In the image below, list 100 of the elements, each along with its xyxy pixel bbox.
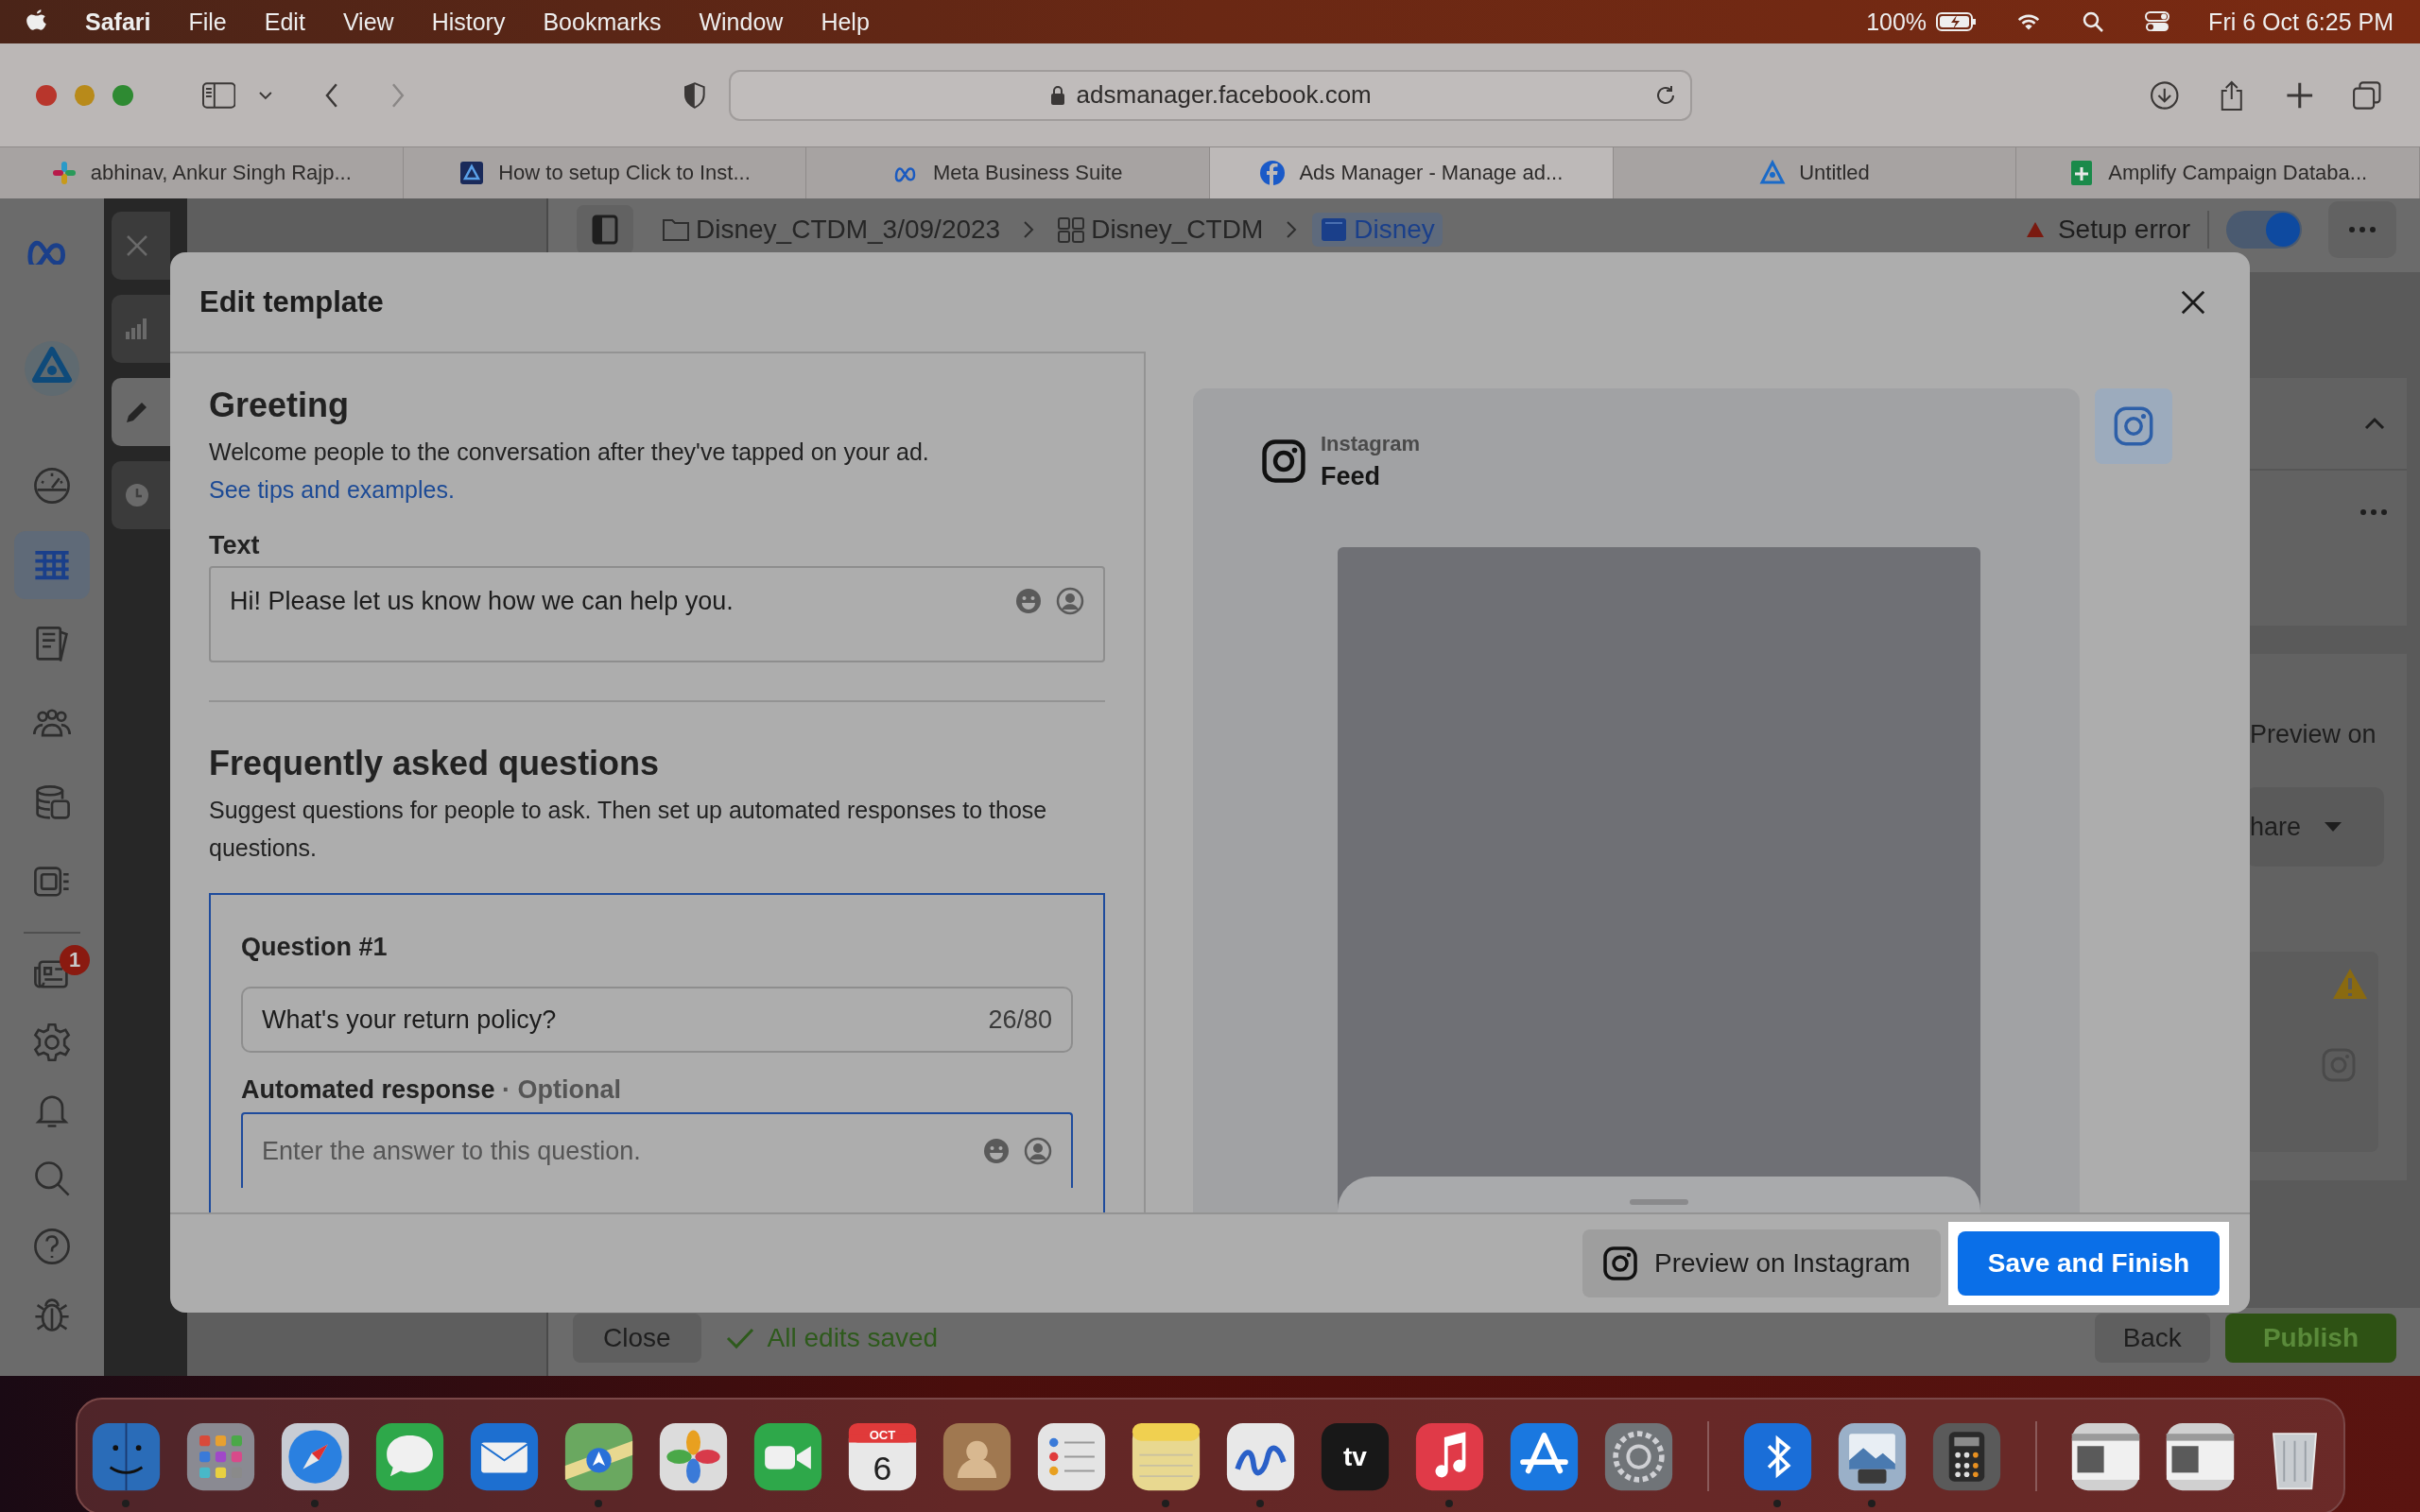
status-text: Setup error xyxy=(2057,215,2190,245)
battery-icon[interactable] xyxy=(1936,11,1979,32)
control-center-icon[interactable] xyxy=(2144,10,2171,33)
menu-item[interactable]: Edit xyxy=(264,8,305,36)
save-and-finish-button[interactable]: Save and Finish xyxy=(1957,1231,2220,1296)
platform-name: Instagram xyxy=(1321,431,1421,456)
camera-icon xyxy=(1262,439,1305,483)
chevron-right-icon xyxy=(1286,220,1298,239)
ad-icon xyxy=(1320,216,1349,243)
gauge-icon xyxy=(31,465,73,507)
window-thumbnail-icon[interactable] xyxy=(2069,1420,2141,1492)
back-icon[interactable] xyxy=(324,81,339,109)
caret-icon xyxy=(2324,821,2343,833)
tips-link[interactable]: See tips and examples. xyxy=(209,476,455,503)
emoji-icon[interactable] xyxy=(982,1137,1011,1165)
question-field[interactable]: What's your return policy? 26/80 xyxy=(241,987,1073,1053)
envelope-icon[interactable] xyxy=(468,1420,540,1492)
f-circle-icon xyxy=(1259,160,1287,186)
question-label: Question #1 xyxy=(241,933,389,962)
toggle-switch[interactable] xyxy=(2226,211,2302,249)
menu-clock[interactable]: Fri 6 Oct 6:25 PM xyxy=(2208,8,2394,36)
person-icon[interactable] xyxy=(1024,1137,1052,1165)
response-label: Automated response · Optional xyxy=(241,1075,623,1105)
close-icon[interactable] xyxy=(2180,288,2206,316)
preview-label: Preview on xyxy=(2249,720,2377,749)
placement-name: Feed xyxy=(1321,461,1382,491)
edit-button[interactable] xyxy=(112,378,170,446)
camera-icon xyxy=(1603,1246,1638,1280)
map-icon[interactable] xyxy=(562,1420,634,1492)
more-icon xyxy=(2348,226,2377,233)
calendar-icon[interactable]: OCT 6 xyxy=(846,1420,918,1492)
preview-button[interactable]: Preview on Instagram xyxy=(1582,1229,1941,1297)
more-icon[interactable] xyxy=(2360,508,2388,516)
bluetooth-icon[interactable] xyxy=(1741,1420,1813,1492)
lock-icon xyxy=(1049,84,1065,106)
app-store-icon[interactable] xyxy=(1508,1420,1580,1492)
calendar-day: 6 xyxy=(873,1449,891,1487)
camera-icon xyxy=(2114,406,2153,446)
checklist-icon[interactable] xyxy=(1035,1420,1107,1492)
calendar-month: OCT xyxy=(869,1427,895,1442)
chevron-down-icon[interactable] xyxy=(258,90,274,100)
nav-item[interactable]: 1 xyxy=(14,945,90,1004)
tab-overview-icon[interactable] xyxy=(2352,79,2382,111)
notification-badge: 1 xyxy=(60,945,90,975)
address-field[interactable]: adsmanager.facebook.com xyxy=(729,69,1692,121)
calculator-icon[interactable] xyxy=(1930,1420,2002,1492)
section-heading: Greeting xyxy=(209,386,351,425)
sidebar-icon[interactable] xyxy=(202,81,236,109)
window-thumbnail-icon[interactable] xyxy=(2164,1420,2236,1492)
platform-button[interactable] xyxy=(2095,388,2172,464)
tv-label: tv xyxy=(1342,1441,1367,1471)
grid-icon xyxy=(1057,216,1086,243)
tv-app-icon[interactable]: tv xyxy=(1319,1420,1391,1492)
chevron-right-icon xyxy=(1023,220,1035,239)
menu-item[interactable]: Bookmarks xyxy=(543,8,662,36)
folder-icon xyxy=(662,216,690,243)
section-description: Suggest questions for people to ask. Then set up automated responses to those questions. xyxy=(209,796,1048,863)
photo-viewer-icon[interactable] xyxy=(1836,1420,1908,1492)
shield-icon[interactable] xyxy=(683,81,706,109)
pinwheel-icon xyxy=(50,160,78,186)
menu-app-name[interactable]: Safari xyxy=(85,8,151,36)
warning-icon xyxy=(2331,967,2369,1001)
browser-tab[interactable]: Ads Manager - Manage ad... xyxy=(1210,147,1614,198)
clock-icon xyxy=(123,481,151,509)
squiggle-icon[interactable] xyxy=(1224,1420,1296,1492)
triangle-icon xyxy=(1759,160,1787,186)
video-camera-icon[interactable] xyxy=(752,1420,823,1492)
response-field[interactable]: Enter the answer to this question. xyxy=(241,1112,1073,1188)
error-triangle-icon xyxy=(2025,221,2045,238)
gear-icon[interactable] xyxy=(1602,1420,1674,1492)
smiling-face-icon[interactable] xyxy=(90,1420,162,1492)
speech-bubble-icon[interactable] xyxy=(373,1420,445,1492)
emoji-icon[interactable] xyxy=(1014,587,1043,615)
notepad-icon[interactable] xyxy=(1130,1420,1201,1492)
greeting-text-field[interactable]: Hi! Please let us know how we can help you. xyxy=(209,566,1105,662)
menu-item[interactable]: View xyxy=(342,8,394,36)
menu-item[interactable]: Help xyxy=(821,8,870,36)
settings-icon xyxy=(31,1022,73,1063)
contact-card-icon[interactable] xyxy=(941,1420,1012,1492)
section-description: Welcome people to the conversation after they've tapped on your ad. See tips and examples. xyxy=(209,438,930,505)
url-text: adsmanager.facebook.com xyxy=(1076,80,1372,110)
save-status: All edits saved xyxy=(767,1323,939,1353)
person-icon[interactable] xyxy=(1056,587,1084,615)
panel-toggle-button[interactable] xyxy=(577,205,633,254)
menu-item[interactable]: Window xyxy=(699,8,784,36)
chevron-up-icon[interactable] xyxy=(2363,416,2386,431)
compass-icon[interactable] xyxy=(279,1420,351,1492)
music-note-icon[interactable] xyxy=(1413,1420,1485,1492)
help-icon xyxy=(31,1226,73,1267)
window-close-button[interactable] xyxy=(36,84,57,106)
dialog-title: Edit template xyxy=(199,284,385,319)
app-grid-icon[interactable] xyxy=(184,1420,256,1492)
character-count: 26/80 xyxy=(988,1005,1052,1035)
download-icon[interactable] xyxy=(2149,79,2180,111)
menu-item[interactable]: History xyxy=(431,8,506,36)
battery-percent: 100% xyxy=(1866,8,1927,36)
checkmark-icon xyxy=(725,1327,754,1349)
menu-item[interactable]: File xyxy=(188,8,227,36)
flower-icon[interactable] xyxy=(657,1420,729,1492)
section-heading: Frequently asked questions xyxy=(209,744,661,783)
